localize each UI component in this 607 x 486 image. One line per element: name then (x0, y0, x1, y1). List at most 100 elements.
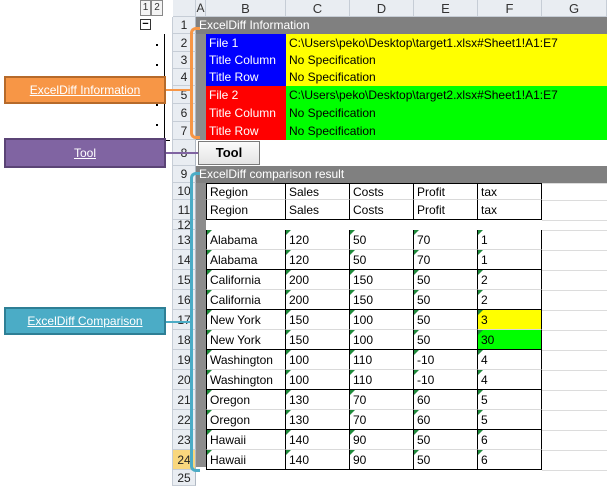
comparison-cell-region[interactable]: New York (206, 310, 286, 330)
comparison-cell-profit[interactable]: 50 (414, 450, 478, 470)
select-all-corner[interactable] (173, 0, 196, 17)
comparison-cell-tax[interactable]: 2 (478, 290, 542, 310)
comparison-cell-region[interactable]: California (206, 290, 286, 310)
gridline (542, 430, 607, 431)
outline-level-1-button[interactable]: 1 (140, 0, 151, 16)
comparison-cell-sales[interactable]: 130 (286, 390, 350, 410)
comparison-cell-region[interactable]: Oregon (206, 410, 286, 430)
comparison-cell-costs[interactable]: 90 (350, 450, 414, 470)
comparison-cell-sales[interactable]: 120 (286, 250, 350, 270)
comparison-cell-profit[interactable]: 50 (414, 330, 478, 350)
comparison-cell-region[interactable]: Washington (206, 370, 286, 390)
comparison-cell-tax[interactable]: 3 (478, 310, 542, 330)
gridline (542, 200, 607, 201)
comparison-cell-sales[interactable]: 150 (286, 330, 350, 350)
error-indicator-icon (414, 390, 419, 395)
gridline (542, 183, 607, 184)
comparison-cell-tax[interactable]: 4 (478, 350, 542, 370)
column-header-d[interactable]: D (350, 0, 414, 17)
comparison-cell-sales[interactable]: 140 (286, 450, 350, 470)
comparison-cell-profit[interactable]: 50 (414, 290, 478, 310)
comparison-cell-costs[interactable]: 50 (350, 230, 414, 250)
comparison-cell-region[interactable]: Washington (206, 350, 286, 370)
comparison-cell-region[interactable]: Region (206, 200, 286, 220)
column-header-a[interactable]: A (196, 0, 206, 17)
comparison-cell-costs[interactable]: 110 (350, 370, 414, 390)
file1-title-row-label: Title Row (206, 69, 286, 86)
comparison-cell-costs[interactable]: 150 (350, 270, 414, 290)
comparison-cell-tax[interactable]: 4 (478, 370, 542, 390)
outline-level-2-button[interactable]: 2 (151, 0, 163, 16)
comparison-cell-sales[interactable]: 100 (286, 370, 350, 390)
comparison-cell-profit[interactable]: 50 (414, 310, 478, 330)
error-indicator-icon (207, 450, 212, 455)
comparison-cell-profit[interactable]: 50 (414, 430, 478, 450)
comparison-cell-profit[interactable]: -10 (414, 370, 478, 390)
comparison-cell-region[interactable]: New York (206, 330, 286, 350)
comparison-cell-profit[interactable]: 60 (414, 410, 478, 430)
error-indicator-icon (414, 250, 419, 255)
comparison-cell-tax[interactable]: 1 (478, 250, 542, 270)
comparison-cell-costs[interactable]: 90 (350, 430, 414, 450)
column-header-c[interactable]: C (286, 0, 350, 17)
comparison-cell-costs[interactable]: Costs (350, 200, 414, 220)
comparison-cell-profit[interactable]: 60 (414, 390, 478, 410)
comparison-cell-costs[interactable]: 150 (350, 290, 414, 310)
error-indicator-icon (478, 250, 483, 255)
comparison-cell-tax[interactable]: 2 (478, 270, 542, 290)
comparison-cell-profit[interactable]: -10 (414, 350, 478, 370)
comparison-cell-sales[interactable]: 200 (286, 270, 350, 290)
comparison-cell-sales[interactable]: 200 (286, 290, 350, 310)
comparison-cell-profit[interactable]: 70 (414, 230, 478, 250)
comparison-cell-sales[interactable]: 100 (286, 350, 350, 370)
comparison-cell-region[interactable]: Region (206, 183, 286, 200)
comparison-cell-region[interactable]: California (206, 270, 286, 290)
comparison-cell-costs[interactable]: 100 (350, 330, 414, 350)
gridline (542, 390, 607, 391)
comparison-cell-costs[interactable]: 110 (350, 350, 414, 370)
comparison-cell-tax[interactable]: 5 (478, 390, 542, 410)
comparison-cell-profit[interactable]: 70 (414, 250, 478, 270)
comparison-cell-sales[interactable]: Sales (286, 183, 350, 200)
comparison-cell-profit[interactable]: Profit (414, 183, 478, 200)
comparison-cell-tax[interactable]: 30 (478, 330, 542, 350)
comparison-cell-costs[interactable]: 70 (350, 390, 414, 410)
error-indicator-icon (478, 230, 483, 235)
comparison-cell-costs[interactable]: 70 (350, 410, 414, 430)
column-header-g[interactable]: G (542, 0, 607, 17)
tool-button[interactable]: Tool (198, 141, 260, 165)
comparison-cell-tax[interactable]: tax (478, 183, 542, 200)
comparison-cell-sales[interactable]: Sales (286, 200, 350, 220)
comparison-cell-tax[interactable]: tax (478, 200, 542, 220)
column-header-f[interactable]: F (478, 0, 542, 17)
comparison-cell-profit[interactable]: Profit (414, 200, 478, 220)
callout-exceldiff-comparison: ExcelDiff Comparison (4, 307, 166, 335)
outline-collapse-button[interactable]: − (140, 19, 151, 30)
comparison-cell-region[interactable]: Alabama (206, 230, 286, 250)
comparison-cell-sales[interactable]: 130 (286, 410, 350, 430)
comparison-cell-tax[interactable]: 1 (478, 230, 542, 250)
info-title-bar: ExcelDiff Information (196, 17, 607, 34)
comparison-cell-profit[interactable]: 50 (414, 270, 478, 290)
comparison-cell-sales[interactable]: 150 (286, 310, 350, 330)
comparison-cell-region[interactable]: Alabama (206, 250, 286, 270)
column-header-e[interactable]: E (414, 0, 478, 17)
comparison-cell-region[interactable]: Oregon (206, 390, 286, 410)
comparison-cell-region[interactable]: Hawaii (206, 450, 286, 470)
error-indicator-icon (207, 230, 212, 235)
comparison-cell-tax[interactable]: 6 (478, 430, 542, 450)
comparison-cell-costs[interactable]: 100 (350, 310, 414, 330)
comparison-cell-region[interactable]: Hawaii (206, 430, 286, 450)
row-header-25[interactable]: 25 (173, 470, 196, 486)
column-header-b[interactable]: B (206, 0, 286, 17)
comparison-cell-costs[interactable]: 50 (350, 250, 414, 270)
comparison-cell-sales[interactable]: 120 (286, 230, 350, 250)
comparison-cell-sales[interactable]: 140 (286, 430, 350, 450)
error-indicator-icon (414, 230, 419, 235)
comparison-cell-tax[interactable]: 5 (478, 410, 542, 430)
error-indicator-icon (350, 250, 355, 255)
file2-label: File 2 (206, 86, 286, 104)
comparison-cell-tax[interactable]: 6 (478, 450, 542, 470)
error-indicator-icon (207, 290, 212, 295)
comparison-cell-costs[interactable]: Costs (350, 183, 414, 200)
